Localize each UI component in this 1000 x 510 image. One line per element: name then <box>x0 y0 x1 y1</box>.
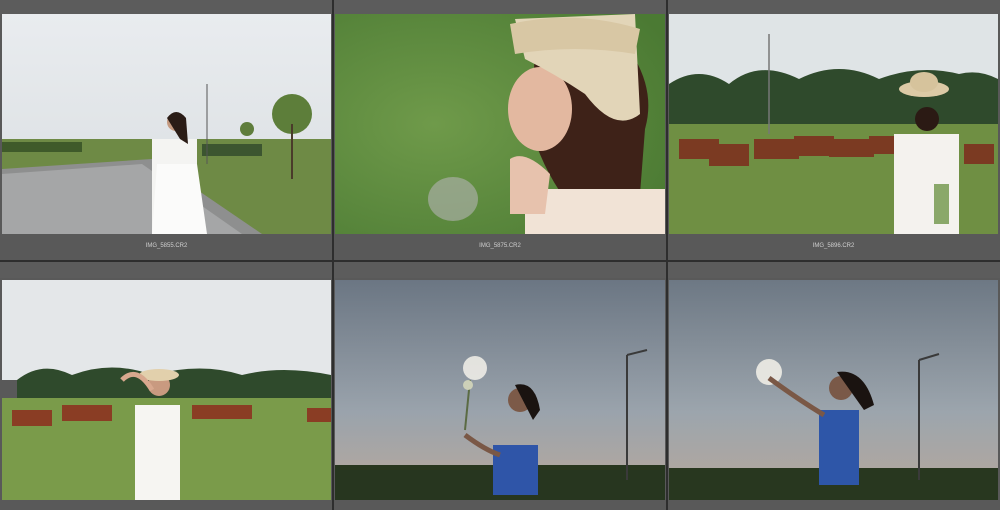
cell-header <box>333 0 667 14</box>
thumbnail-cell-6[interactable] <box>667 262 1000 510</box>
cell-header <box>0 0 333 14</box>
cell-header <box>333 262 667 278</box>
thumbnail-cell-4[interactable] <box>0 262 333 510</box>
filmstrip-grid: IMG_5855.CR2 IMG_5875.CR2 IMG_5896.CR2 <box>0 0 1000 510</box>
photo-girl-hat-closeup[interactable] <box>335 14 665 234</box>
thumbnail-cell-5[interactable] <box>333 262 667 510</box>
thumbnail-cell-3[interactable]: IMG_5896.CR2 <box>667 0 1000 262</box>
thumbnail-cell-1[interactable]: IMG_5855.CR2 <box>0 0 333 262</box>
thumbnail-cell-2[interactable]: IMG_5875.CR2 <box>333 0 667 262</box>
photo-girl-road[interactable] <box>2 14 331 234</box>
cell-header <box>0 262 333 278</box>
grid-divider <box>666 0 668 510</box>
cell-header <box>667 0 1000 14</box>
photo-filename: IMG_5875.CR2 <box>479 243 521 249</box>
photo-girl-back-cows[interactable] <box>669 14 998 234</box>
photo-girl-hand-raised[interactable] <box>669 280 998 500</box>
photo-filename: IMG_5896.CR2 <box>812 243 855 249</box>
photo-girl-hat-cows-field[interactable] <box>2 280 331 500</box>
photo-girl-flowers-silhouette[interactable] <box>335 280 665 500</box>
grid-divider <box>332 0 334 510</box>
cell-header <box>667 262 1000 278</box>
grid-divider <box>0 260 1000 262</box>
photo-filename: IMG_5855.CR2 <box>145 243 188 249</box>
